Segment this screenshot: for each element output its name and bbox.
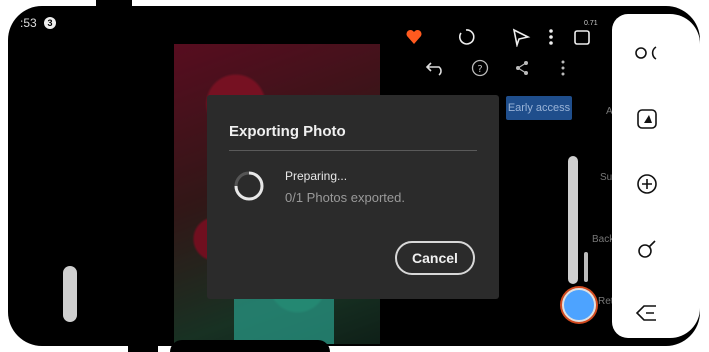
crop-icon[interactable] (571, 26, 593, 48)
notification-badge: 3 (44, 17, 56, 29)
floating-action-button[interactable] (562, 288, 596, 322)
add-circle-icon[interactable] (632, 169, 662, 199)
dialog-divider (229, 150, 477, 151)
heart-icon[interactable] (403, 26, 425, 48)
cancel-button[interactable]: Cancel (395, 241, 475, 275)
svg-text:?: ? (477, 64, 482, 75)
bottom-decoration-2 (170, 340, 330, 352)
photo-adjust-icon[interactable] (632, 104, 662, 134)
export-dialog: Exporting Photo Preparing... 0/1 Photos … (207, 95, 499, 299)
send-icon[interactable] (510, 26, 532, 48)
more-vertical-icon[interactable] (558, 58, 568, 78)
phone-screen: :53 3 0.71 ? Early access A Sub Backg Re… (8, 6, 700, 346)
early-access-badge[interactable]: Early access (506, 96, 572, 120)
export-progress-text: 0/1 Photos exported. (285, 190, 405, 205)
undo-icon[interactable] (424, 58, 448, 78)
loading-spinner-icon (234, 171, 264, 201)
status-time: :53 (20, 16, 37, 30)
link-icon[interactable] (632, 38, 662, 68)
export-status-text: Preparing... (285, 169, 348, 183)
right-tool-panel (612, 14, 700, 338)
help-icon[interactable]: ? (470, 58, 490, 78)
lasso-icon[interactable] (632, 234, 662, 264)
eraser-icon[interactable] (632, 298, 662, 328)
dialog-title: Exporting Photo (229, 123, 346, 140)
slider-handle[interactable] (584, 252, 588, 282)
vertical-slider[interactable] (568, 156, 578, 284)
share-icon[interactable] (512, 58, 532, 78)
undo-circle-icon[interactable] (455, 26, 477, 48)
left-scroll-handle[interactable] (63, 266, 77, 322)
more-icon[interactable] (546, 26, 556, 48)
bottom-decoration (128, 340, 158, 352)
status-right-text: 0.71 (584, 20, 598, 27)
